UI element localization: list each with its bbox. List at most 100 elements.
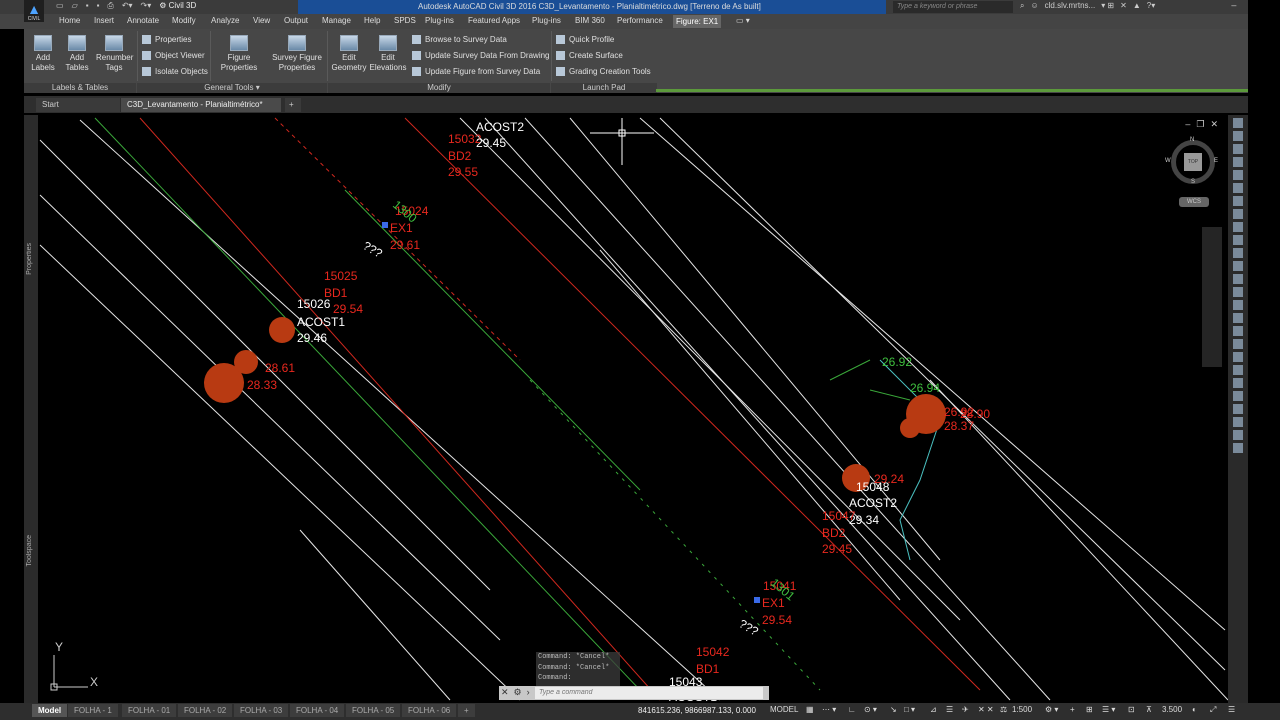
redo-icon[interactable]: ↷▾ bbox=[141, 1, 152, 13]
update-from-drawing-button[interactable]: Update Survey Data From Drawing bbox=[412, 51, 550, 61]
wcs-menu[interactable]: WCS bbox=[1179, 197, 1209, 207]
panel-labels-tables[interactable]: Labels & Tables bbox=[24, 83, 136, 93]
new-layout-button[interactable]: + bbox=[458, 704, 475, 717]
new-icon[interactable]: ▭ bbox=[56, 1, 64, 13]
user-icon[interactable]: ☺ bbox=[1030, 1, 1038, 11]
layout-tab[interactable]: FOLHA - 03 bbox=[234, 704, 289, 717]
add-labels-button[interactable]: Add Labels bbox=[30, 35, 56, 73]
tab-performance[interactable]: Performance bbox=[617, 16, 663, 25]
object-viewer-button[interactable]: Object Viewer bbox=[142, 51, 205, 61]
exchange-icon[interactable]: ✕ bbox=[1120, 1, 1127, 11]
draw-tool-icon[interactable] bbox=[1233, 170, 1243, 180]
workspace-dropdown[interactable]: ⚙ Civil 3D bbox=[159, 1, 196, 13]
minimize-icon[interactable]: – bbox=[1231, 0, 1236, 11]
modify-tool-icon[interactable] bbox=[1233, 274, 1243, 284]
tab-figure[interactable]: Figure: EX1 bbox=[673, 15, 722, 28]
layout-tab[interactable]: FOLHA - 04 bbox=[290, 704, 345, 717]
modify-tool-icon[interactable] bbox=[1233, 391, 1243, 401]
survey-figure-properties-button[interactable]: Survey Figure Properties bbox=[270, 35, 324, 73]
customize-icon[interactable]: ☰ bbox=[1228, 705, 1235, 714]
layout-tab-model[interactable]: Model bbox=[32, 704, 68, 717]
file-tab-start[interactable]: Start bbox=[36, 98, 120, 112]
a360-icon[interactable]: ▲ bbox=[1133, 1, 1141, 11]
osnap-icon[interactable]: □ ▾ bbox=[904, 705, 915, 714]
figure-properties-button[interactable]: Figure Properties bbox=[218, 35, 260, 73]
binoculars-icon[interactable]: ⌕ bbox=[1020, 1, 1024, 11]
grid-icon[interactable]: ▦ bbox=[806, 705, 814, 714]
modify-tool-icon[interactable] bbox=[1233, 365, 1243, 375]
cursor-coordinates[interactable]: 841615.236, 9866987.133, 0.000 bbox=[638, 706, 756, 715]
viewcube-top-face[interactable]: TOP bbox=[1184, 153, 1202, 171]
ortho-icon[interactable]: ∟ bbox=[848, 705, 856, 714]
viewcube[interactable]: TOP N S E W bbox=[1165, 137, 1218, 187]
tab-annotate[interactable]: Annotate bbox=[127, 16, 159, 25]
tab-modify[interactable]: Modify bbox=[172, 16, 196, 25]
browse-survey-button[interactable]: Browse to Survey Data bbox=[412, 35, 507, 45]
elevation-scale[interactable]: 3.500 bbox=[1162, 705, 1182, 714]
print-icon[interactable]: ⎙ bbox=[107, 1, 113, 13]
add-tables-button[interactable]: Add Tables bbox=[64, 35, 90, 73]
tab-home[interactable]: Home bbox=[59, 16, 80, 25]
modify-tool-icon[interactable] bbox=[1233, 300, 1243, 310]
modify-tool-icon[interactable] bbox=[1233, 287, 1243, 297]
navigation-bar[interactable] bbox=[1202, 227, 1222, 367]
customize-icon[interactable]: ⚙ bbox=[514, 687, 522, 698]
quick-profile-button[interactable]: Quick Profile bbox=[556, 35, 614, 45]
save-icon[interactable]: ▪ bbox=[86, 1, 89, 13]
panel-general-tools[interactable]: General Tools ▾ bbox=[137, 83, 327, 93]
annotation-monitor-icon[interactable]: + bbox=[1070, 705, 1075, 714]
tab-bim360[interactable]: BIM 360 bbox=[575, 16, 605, 25]
tab-plugins-2[interactable]: Plug-ins bbox=[532, 16, 561, 25]
panel-modify[interactable]: Modify bbox=[328, 83, 550, 93]
draw-tool-icon[interactable] bbox=[1233, 183, 1243, 193]
modify-tool-icon[interactable] bbox=[1233, 339, 1243, 349]
units-icon[interactable]: ⊞ bbox=[1086, 705, 1093, 714]
isolate-objects-button[interactable]: Isolate Objects bbox=[142, 67, 208, 77]
toolspace-palette-label[interactable]: Toolspace bbox=[26, 535, 33, 567]
workspace-switch-icon[interactable]: ⚙ ▾ bbox=[1045, 705, 1058, 714]
create-surface-button[interactable]: Create Surface bbox=[556, 51, 623, 61]
properties-button[interactable]: Properties bbox=[142, 35, 191, 45]
recent-commands-icon[interactable]: › bbox=[527, 687, 530, 698]
quick-properties-icon[interactable]: ☰ ▾ bbox=[1102, 705, 1115, 714]
vp-restore-icon[interactable]: ❐ bbox=[1196, 119, 1204, 130]
polar-icon[interactable]: ⊙ ▾ bbox=[864, 705, 877, 714]
vp-minimize-icon[interactable]: – bbox=[1185, 119, 1190, 130]
modify-tool-icon[interactable] bbox=[1233, 430, 1243, 440]
selection-cycling-icon[interactable]: ✕ ✕ bbox=[978, 705, 994, 714]
modify-tool-icon[interactable] bbox=[1233, 261, 1243, 271]
draw-tool-icon[interactable] bbox=[1233, 118, 1243, 128]
isolate-icon[interactable]: ◐ bbox=[1192, 705, 1197, 714]
file-tab-active[interactable]: C3D_Levantamento - Planialtimétrico* bbox=[121, 98, 281, 112]
grading-tools-button[interactable]: Grading Creation Tools bbox=[556, 67, 651, 77]
modify-tool-icon[interactable] bbox=[1233, 248, 1243, 258]
cart-icon[interactable]: ▾ ⊞ bbox=[1101, 1, 1114, 11]
app-menu-button[interactable]: ▲ CIVIL bbox=[24, 0, 44, 22]
tab-analyze[interactable]: Analyze bbox=[211, 16, 239, 25]
modify-tool-icon[interactable] bbox=[1233, 352, 1243, 362]
undo-icon[interactable]: ↶▾ bbox=[122, 1, 133, 13]
layout-tab[interactable]: FOLHA - 02 bbox=[178, 704, 233, 717]
close-icon[interactable]: ✕ bbox=[501, 687, 509, 698]
tab-extra-icon[interactable]: ▭ ▾ bbox=[736, 16, 750, 25]
draw-tool-icon[interactable] bbox=[1233, 144, 1243, 154]
drawing-canvas[interactable]: Y X 15032 ACOST2 29.45 BD2 29.55 15024 E… bbox=[38, 115, 1228, 703]
modify-tool-icon[interactable] bbox=[1233, 326, 1243, 336]
graphics-icon[interactable]: ⊡ bbox=[1128, 705, 1135, 714]
modify-tool-icon[interactable] bbox=[1233, 313, 1243, 323]
tab-help[interactable]: Help bbox=[364, 16, 380, 25]
annotation-scale[interactable]: 1:500 bbox=[1012, 705, 1032, 714]
user-name[interactable]: cld.slv.mrtns... bbox=[1045, 1, 1096, 11]
tab-spds[interactable]: SPDS bbox=[394, 16, 416, 25]
draw-tool-icon[interactable] bbox=[1233, 235, 1243, 245]
modify-tool-icon[interactable] bbox=[1233, 404, 1243, 414]
renumber-tags-button[interactable]: Renumber Tags bbox=[96, 35, 133, 73]
vp-close-icon[interactable]: ✕ bbox=[1210, 119, 1218, 130]
draw-tool-icon[interactable] bbox=[1233, 196, 1243, 206]
draw-tool-icon[interactable] bbox=[1233, 157, 1243, 167]
modify-tool-icon[interactable] bbox=[1233, 378, 1243, 388]
modify-tool-icon[interactable] bbox=[1233, 443, 1243, 453]
lineweight-icon[interactable]: ☰ bbox=[946, 705, 953, 714]
tab-plugins[interactable]: Plug-ins bbox=[425, 16, 454, 25]
otrack-icon[interactable]: ⊿ bbox=[930, 705, 937, 714]
